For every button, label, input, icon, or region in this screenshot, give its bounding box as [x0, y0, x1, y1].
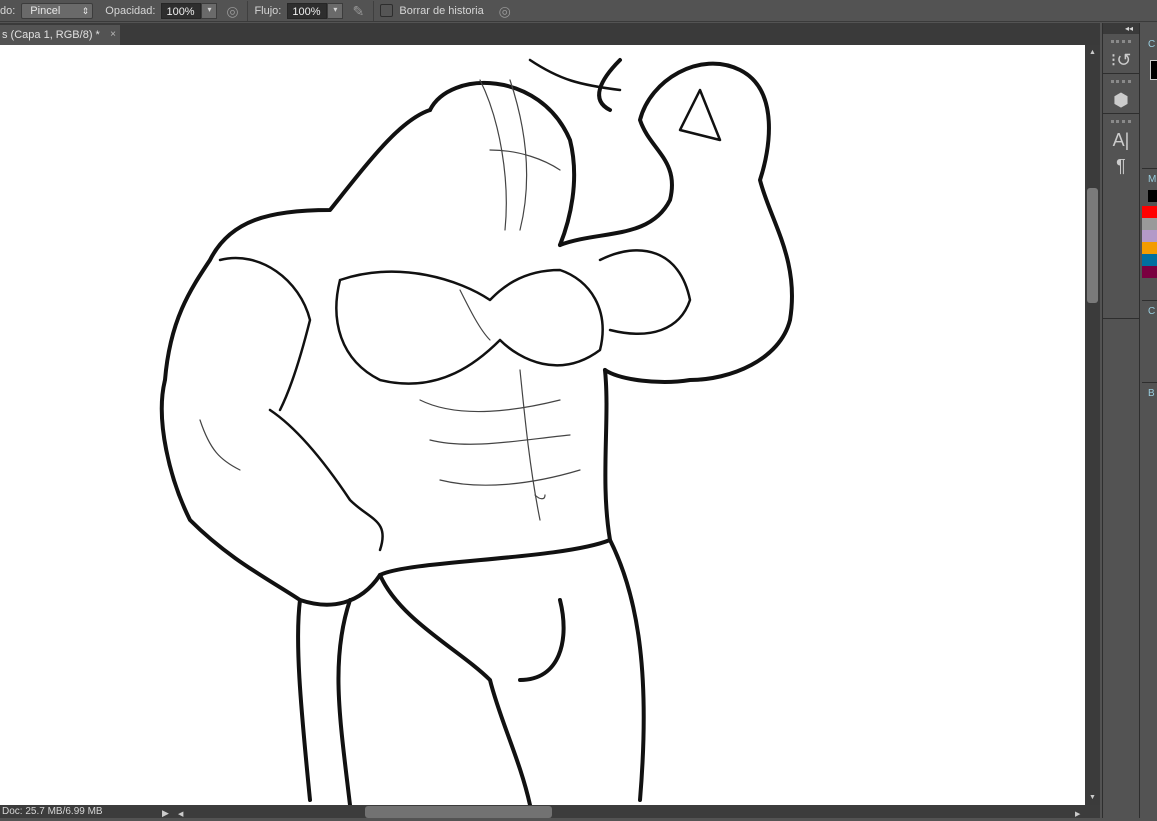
- grip-icon[interactable]: [1111, 40, 1131, 43]
- status-bar: Doc: 25.7 MB/6.99 MB ▶ ◀ ▶: [0, 805, 1100, 818]
- scroll-right-icon[interactable]: ▶: [1075, 808, 1080, 821]
- opacity-dropdown[interactable]: ▾: [201, 2, 218, 19]
- doc-size-info: Doc: 25.7 MB/6.99 MB: [2, 806, 103, 817]
- panel-icon-strip: ◂◂ ⁝↺ ⬢ A| ¶: [1102, 23, 1140, 818]
- divider: [373, 0, 375, 21]
- mode-select[interactable]: Pincel: [21, 2, 94, 19]
- paragraph-icon[interactable]: ¶: [1103, 153, 1139, 179]
- pressure-size-icon[interactable]: ◎: [496, 2, 514, 20]
- panel-header[interactable]: C: [1142, 300, 1157, 322]
- opacity-input[interactable]: 100%: [161, 2, 202, 19]
- document-canvas[interactable]: [0, 45, 1085, 805]
- vertical-scroll-thumb[interactable]: [1087, 188, 1098, 303]
- divider: [247, 0, 249, 21]
- panel-group: ⬢: [1103, 74, 1139, 114]
- flow-input[interactable]: 100%: [287, 2, 328, 19]
- scroll-up-icon[interactable]: ▲: [1089, 49, 1096, 56]
- swatches-panel-header[interactable]: M: [1142, 168, 1157, 190]
- mode-label: do:: [0, 4, 16, 17]
- swatch[interactable]: [1142, 266, 1157, 278]
- panel-group: A| ¶: [1103, 114, 1139, 319]
- scroll-left-icon[interactable]: ◀: [178, 808, 183, 821]
- docked-panels: C M C B: [1142, 34, 1157, 818]
- options-bar: do: Pincel Opacidad: 100%▾ ◎ Flujo: 100%…: [0, 0, 1157, 22]
- character-icon[interactable]: A|: [1103, 127, 1139, 153]
- vertical-scrollbar[interactable]: ▲ ▼: [1085, 45, 1100, 805]
- swatch[interactable]: [1142, 218, 1157, 230]
- close-icon[interactable]: ×: [110, 25, 116, 45]
- document-tab[interactable]: s (Capa 1, RGB/8) * ×: [0, 25, 120, 45]
- document-tab-bar: s (Capa 1, RGB/8) * ×: [0, 23, 1100, 45]
- scroll-down-icon[interactable]: ▼: [1089, 794, 1096, 801]
- swatch[interactable]: [1142, 206, 1157, 218]
- swatch[interactable]: [1148, 190, 1157, 202]
- swatch[interactable]: [1142, 230, 1157, 242]
- swatch[interactable]: [1142, 242, 1157, 254]
- erase-history-checkbox[interactable]: [380, 4, 394, 17]
- collapse-panels-button[interactable]: ◂◂: [1103, 23, 1139, 34]
- erase-history-label: Borrar de historia: [399, 4, 484, 17]
- airbrush-icon[interactable]: ✎: [349, 2, 367, 20]
- history-icon[interactable]: ⁝↺: [1103, 47, 1139, 73]
- panel-group: ⁝↺: [1103, 34, 1139, 74]
- foreground-color-swatch[interactable]: [1150, 60, 1157, 80]
- horizontal-scroll-thumb[interactable]: [365, 806, 552, 818]
- panel-header[interactable]: B: [1142, 382, 1157, 404]
- document-tab-title: s (Capa 1, RGB/8) *: [2, 29, 100, 41]
- grip-icon[interactable]: [1111, 120, 1131, 123]
- status-menu-icon[interactable]: ▶: [162, 807, 169, 820]
- pressure-opacity-icon[interactable]: ◎: [223, 2, 241, 20]
- grip-icon[interactable]: [1111, 80, 1131, 83]
- color-panel-header[interactable]: C: [1142, 34, 1157, 56]
- flow-label: Flujo:: [254, 4, 282, 17]
- properties-icon[interactable]: ⬢: [1103, 87, 1139, 113]
- opacity-label: Opacidad:: [105, 4, 156, 17]
- sketch-artwork: [159, 58, 794, 805]
- swatch[interactable]: [1142, 254, 1157, 266]
- flow-dropdown[interactable]: ▾: [327, 2, 344, 19]
